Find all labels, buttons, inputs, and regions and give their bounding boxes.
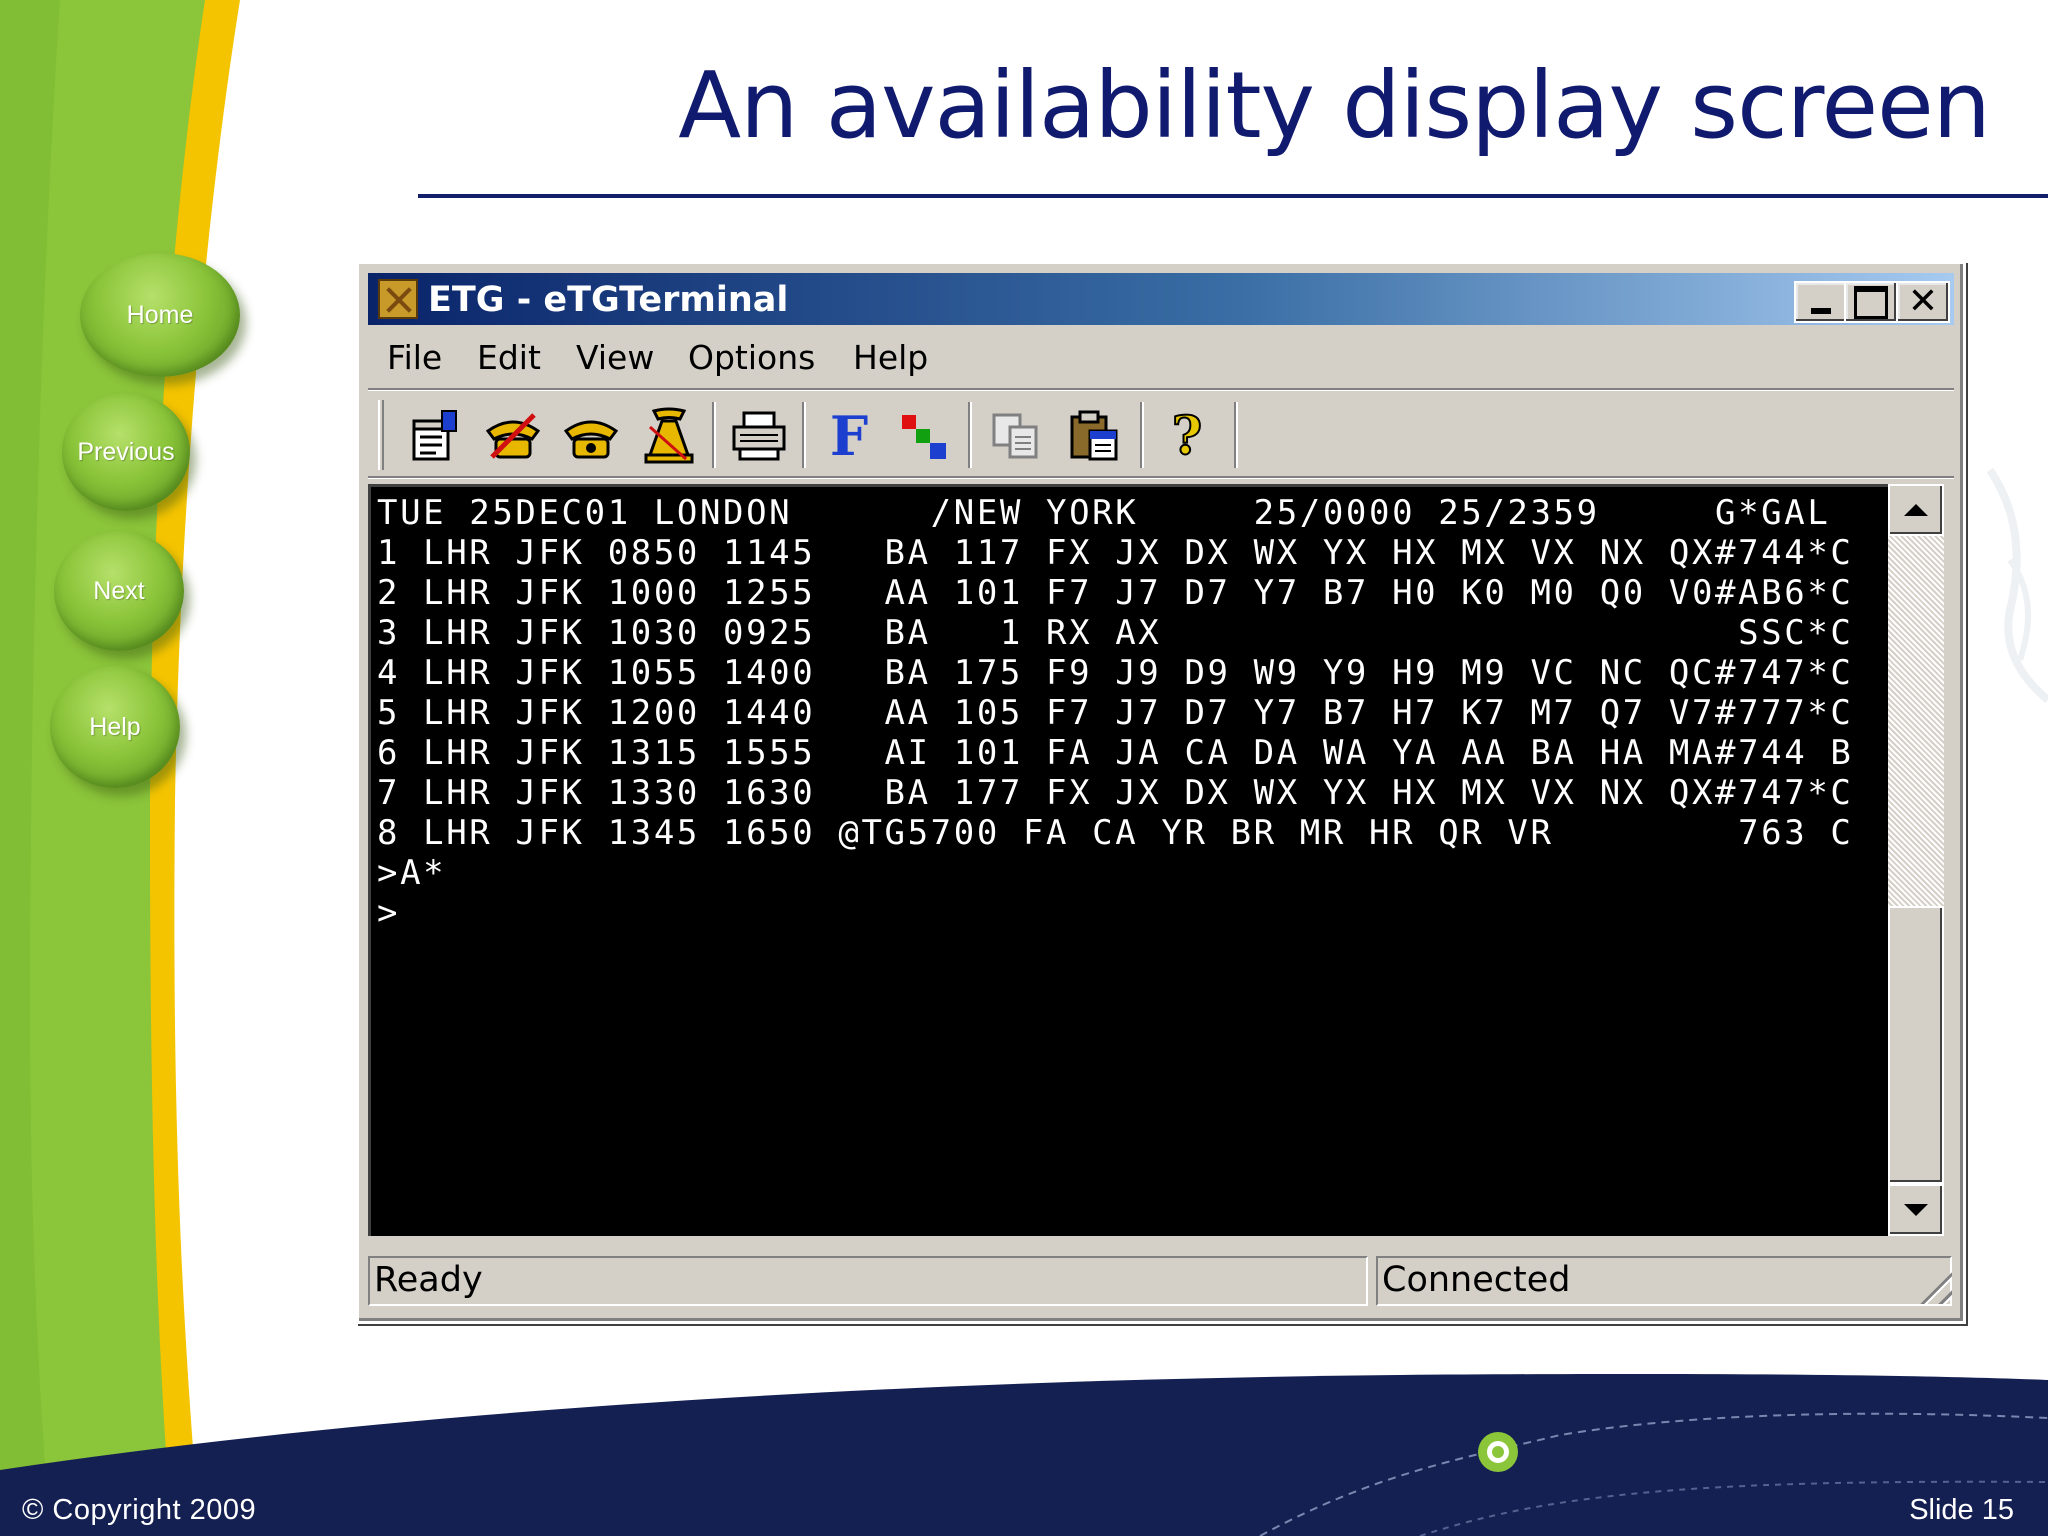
toolbar-grip[interactable] <box>378 400 384 470</box>
window-titlebar[interactable]: ETG - eTGTerminal ✕ <box>368 273 1954 325</box>
toolbar-separator <box>968 402 972 468</box>
close-button[interactable]: ✕ <box>1896 281 1950 323</box>
print-icon <box>732 411 786 461</box>
window-title: ETG - eTGTerminal <box>428 280 789 320</box>
vertical-scrollbar[interactable] <box>1888 484 1944 1236</box>
terminal-line: 5 LHR JFK 1200 1440 AA 105 F7 J7 D7 Y7 B… <box>377 693 1854 733</box>
print-button[interactable] <box>728 406 790 466</box>
connect-button[interactable] <box>560 406 622 466</box>
terminal-window: ETG - eTGTerminal ✕ File Edit View Optio… <box>356 261 1966 1324</box>
terminal-line: >A* <box>377 853 447 893</box>
terminal-line: 1 LHR JFK 0850 1145 BA 117 FX JX DX WX Y… <box>377 533 1854 573</box>
nav-help-label: Help <box>89 712 141 741</box>
terminal-line: 3 LHR JFK 1030 0925 BA 1 RX AX SSC*C <box>377 613 1854 653</box>
menu-separator <box>368 388 1954 391</box>
terminal-line: > <box>377 893 401 933</box>
footer-slide-number: Slide 15 <box>1909 1494 2014 1526</box>
font-button[interactable]: F <box>818 404 880 468</box>
copy-button[interactable] <box>986 406 1048 466</box>
app-icon[interactable] <box>378 279 418 319</box>
scroll-thumb[interactable] <box>1888 906 1944 1184</box>
colors-button[interactable] <box>892 406 954 466</box>
status-connection: Connected <box>1376 1256 1952 1306</box>
slide-title: An availability display screen <box>678 52 1991 159</box>
properties-button[interactable] <box>404 406 466 466</box>
nav-next-button[interactable]: Next <box>54 531 184 651</box>
help-icon: ? <box>1171 405 1204 468</box>
minimize-button[interactable] <box>1794 281 1848 323</box>
help-button[interactable]: ? <box>1156 405 1218 468</box>
nav-previous-button[interactable]: Previous <box>62 393 190 511</box>
nav-previous-label: Previous <box>77 437 175 466</box>
close-icon: ✕ <box>1907 281 1939 322</box>
terminal-line: 7 LHR JFK 1330 1630 BA 177 FX JX DX WX Y… <box>377 773 1854 813</box>
terminal-line: 6 LHR JFK 1315 1555 AI 101 FA JA CA DA W… <box>377 733 1854 773</box>
terminal-line: TUE 25DEC01 LONDON /NEW YORK 25/0000 25/… <box>377 493 1831 533</box>
menu-bar: File Edit View Options Help <box>368 332 1954 382</box>
dial-phone-icon <box>644 407 694 464</box>
footer-copyright: © Copyright 2009 <box>22 1494 257 1526</box>
disconnect-button[interactable] <box>482 406 544 466</box>
toolbar-separator <box>1234 402 1238 468</box>
menu-options[interactable]: Options <box>688 338 815 377</box>
menu-edit[interactable]: Edit <box>477 338 541 377</box>
terminal-line: 8 LHR JFK 1345 1650 @TG5700 FA CA YR BR … <box>377 813 1854 853</box>
disconnect-icon <box>485 413 541 459</box>
paste-button[interactable] <box>1064 406 1126 466</box>
toolbar-separator <box>712 402 716 468</box>
properties-icon <box>412 410 457 461</box>
toolbar: F ? <box>368 394 1954 476</box>
paste-icon <box>1070 410 1118 461</box>
nav-help-button[interactable]: Help <box>50 666 180 788</box>
scroll-down-button[interactable] <box>1888 1184 1944 1236</box>
font-icon: F <box>829 404 869 468</box>
scroll-up-button[interactable] <box>1888 484 1944 536</box>
nav-home-button[interactable]: Home <box>80 253 240 377</box>
nav-home-label: Home <box>126 300 194 329</box>
menu-help[interactable]: Help <box>853 338 928 377</box>
menu-file[interactable]: File <box>387 338 442 377</box>
dial-button[interactable] <box>638 406 700 466</box>
title-underline <box>418 194 2048 198</box>
toolbar-bottom-separator <box>368 476 1954 479</box>
terminal-line: 2 LHR JFK 1000 1255 AA 101 F7 J7 D7 Y7 B… <box>377 573 1854 613</box>
colors-icon <box>902 415 946 459</box>
status-ready: Ready <box>368 1256 1368 1306</box>
scroll-track[interactable] <box>1888 536 1944 906</box>
terminal-screen[interactable]: TUE 25DEC01 LONDON /NEW YORK 25/0000 25/… <box>368 484 1888 1236</box>
phone-icon <box>563 420 619 459</box>
nav-next-label: Next <box>93 576 145 605</box>
menu-view[interactable]: View <box>576 338 654 377</box>
toolbar-separator <box>1140 402 1144 468</box>
status-bar: Ready Connected <box>368 1256 1954 1308</box>
toolbar-separator <box>802 402 806 468</box>
maximize-button[interactable] <box>1844 281 1898 323</box>
terminal-line: 4 LHR JFK 1055 1400 BA 175 F9 J9 D9 W9 Y… <box>377 653 1854 693</box>
copy-icon <box>992 413 1038 459</box>
